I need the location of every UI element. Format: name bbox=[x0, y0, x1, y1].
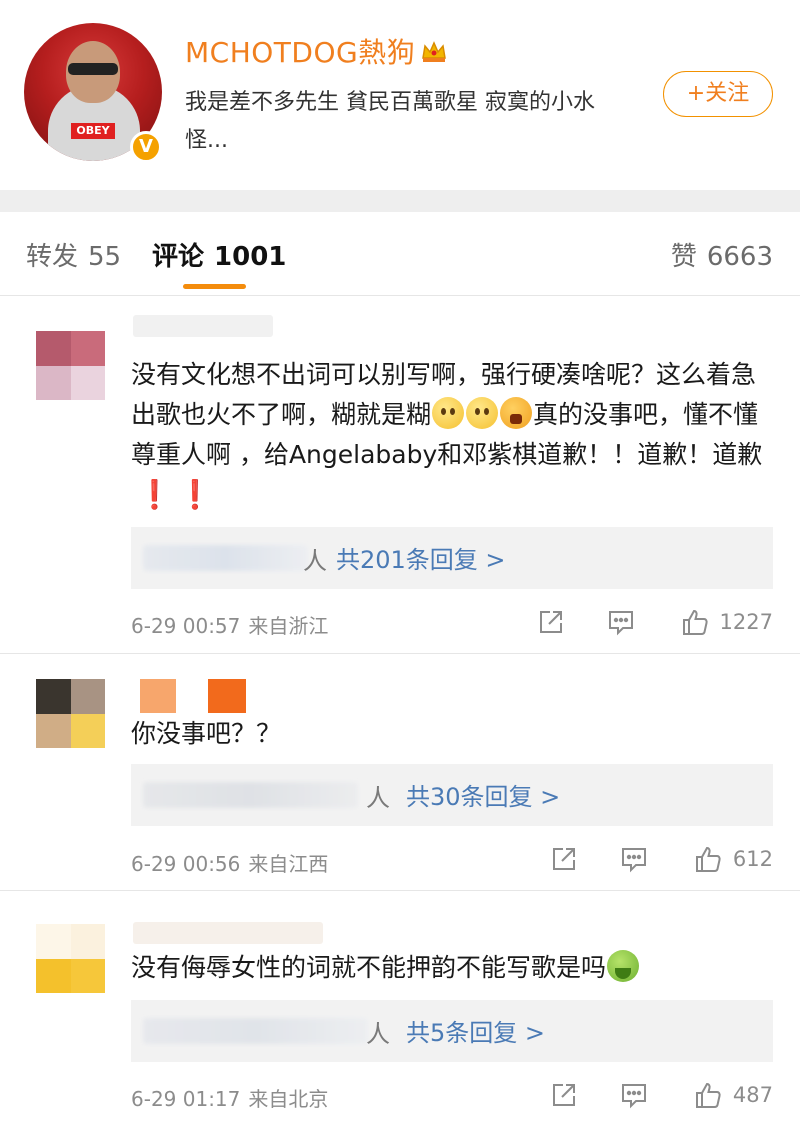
tab-likes-count: 6663 bbox=[706, 242, 773, 272]
comment-item: 没有侮辱女性的词就不能押韵不能写歌是吗 人 共5条回复 > 6-29 01:17… bbox=[0, 892, 800, 1133]
reply-summary[interactable]: 人 共30条回复 > bbox=[131, 764, 773, 826]
avatar-shirt-logo: OBEY bbox=[71, 123, 115, 139]
comment-avatar[interactable] bbox=[36, 924, 105, 993]
comment-username-redacted[interactable] bbox=[133, 922, 323, 944]
comment-time: 6-29 00:57 bbox=[131, 614, 241, 638]
reply-usernames-redacted bbox=[143, 782, 358, 808]
tab-active-indicator bbox=[183, 284, 246, 289]
vomit-face-icon bbox=[607, 950, 640, 982]
profile-name[interactable]: MCHOTDOG熱狗 bbox=[185, 31, 415, 71]
view-replies-link[interactable]: 共5条回复 > bbox=[406, 1013, 545, 1048]
view-replies-link[interactable]: 共201条回复 > bbox=[336, 540, 506, 575]
view-replies-link[interactable]: 共30条回复 > bbox=[406, 777, 560, 812]
profile-avatar-container[interactable]: OBEY V bbox=[24, 23, 162, 163]
profile-header: OBEY V MCHOTDOG熱狗 我是差不多先生 貧民百萬歌星 寂寞的小水怪.… bbox=[0, 0, 800, 190]
comment-location: 来自浙江 bbox=[248, 614, 329, 638]
tab-repost-label: 转发 bbox=[26, 242, 79, 272]
comment-text: 没有文化想不出词可以别写啊，强行硬凑啥呢？这么着急出歌也火不了啊，糊就是糊 真的没… bbox=[131, 355, 771, 516]
comment-avatar[interactable] bbox=[36, 679, 105, 748]
exclamation-icon: ❗ bbox=[177, 478, 213, 511]
comment-actions: 487 bbox=[549, 1080, 773, 1110]
exclamation-icon: ❗ bbox=[137, 478, 172, 511]
comment-item: 你没事吧？？ 人 共30条回复 > 6-29 00:56 来自江西 612 bbox=[0, 655, 800, 891]
reply-usernames-redacted bbox=[143, 545, 308, 571]
reply-icon[interactable] bbox=[606, 607, 636, 637]
comment-time: 6-29 00:56 bbox=[131, 852, 241, 876]
comment-meta: 6-29 00:56 来自江西 bbox=[131, 848, 328, 877]
reply-icon[interactable] bbox=[619, 1080, 649, 1110]
tab-comments-label: 评论 bbox=[152, 242, 205, 272]
comment-text-main: 没有侮辱女性的词就不能押韵不能写歌是吗 bbox=[131, 953, 607, 982]
reply-icon[interactable] bbox=[619, 844, 649, 874]
section-divider bbox=[0, 190, 800, 212]
tab-repost-count: 55 bbox=[88, 242, 122, 272]
comment-time: 6-29 01:17 bbox=[131, 1087, 241, 1111]
comment-text: 没有侮辱女性的词就不能押韵不能写歌是吗 bbox=[131, 948, 771, 988]
reply-summary[interactable]: 人 共5条回复 > bbox=[131, 1000, 773, 1062]
like-icon[interactable] bbox=[693, 1080, 723, 1110]
share-icon[interactable] bbox=[549, 1080, 579, 1110]
tab-comments[interactable]: 评论 1001 bbox=[152, 236, 286, 273]
comment-item: 没有文化想不出词可以别写啊，强行硬凑啥呢？这么着急出歌也火不了啊，糊就是糊 真的没… bbox=[0, 297, 800, 654]
like-icon[interactable] bbox=[693, 844, 723, 874]
tab-likes-label: 赞 bbox=[670, 242, 697, 272]
comment-meta: 6-29 00:57 来自浙江 bbox=[131, 610, 328, 639]
comment-location: 来自江西 bbox=[248, 852, 329, 876]
comment-username-redacted[interactable] bbox=[133, 315, 273, 337]
tab-repost[interactable]: 转发 55 bbox=[26, 236, 121, 273]
like-icon[interactable] bbox=[680, 607, 710, 637]
comment-meta: 6-29 01:17 来自北京 bbox=[131, 1083, 328, 1112]
tab-likes[interactable]: 赞 6663 bbox=[671, 236, 773, 273]
angry-face-icon bbox=[500, 397, 533, 429]
verified-icon: V bbox=[130, 131, 162, 163]
comment-avatar[interactable] bbox=[36, 331, 105, 400]
reply-people-text: 人 bbox=[366, 784, 390, 812]
like-count: 1227 bbox=[719, 610, 773, 634]
reply-usernames-redacted bbox=[143, 1018, 368, 1044]
profile-name-row: MCHOTDOG熱狗 bbox=[185, 30, 449, 72]
comment-actions: 612 bbox=[549, 844, 773, 874]
crown-icon bbox=[422, 41, 447, 62]
comment-text-main: 你没事吧？？ bbox=[131, 719, 282, 748]
like-count: 612 bbox=[732, 847, 773, 871]
tab-comments-count: 1001 bbox=[214, 242, 287, 272]
reply-summary[interactable]: 人 共201条回复 > bbox=[131, 527, 773, 589]
reply-people-text: 人 bbox=[303, 547, 327, 575]
reply-people-text: 人 bbox=[366, 1020, 390, 1048]
comment-text: 你没事吧？？ bbox=[131, 714, 771, 754]
comment-actions: 1227 bbox=[536, 607, 773, 637]
share-icon[interactable] bbox=[536, 607, 566, 637]
smirk-face-icon bbox=[466, 397, 499, 429]
follow-button[interactable]: +关注 bbox=[663, 71, 773, 117]
share-icon[interactable] bbox=[549, 844, 579, 874]
smirk-face-icon bbox=[432, 397, 465, 429]
profile-bio: 我是差不多先生 貧民百萬歌星 寂寞的小水怪... bbox=[185, 90, 595, 153]
comment-username-redacted[interactable] bbox=[208, 679, 246, 713]
tab-bar: 转发 55 评论 1001 赞 6663 bbox=[0, 212, 800, 296]
comment-username-redacted[interactable] bbox=[140, 679, 176, 713]
like-count: 487 bbox=[732, 1083, 773, 1107]
comment-location: 来自北京 bbox=[248, 1087, 329, 1111]
